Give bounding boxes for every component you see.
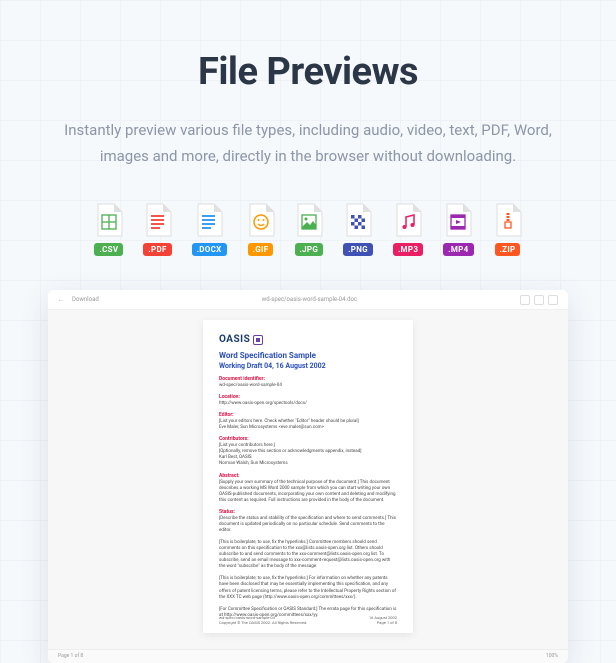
- filetype-badge: .PNG: [343, 243, 373, 256]
- window-close-icon[interactable]: [548, 295, 558, 305]
- lines-icon: [195, 203, 223, 237]
- filetype-badge: .ZIP: [495, 243, 521, 256]
- oasis-logo: OASIS: [219, 334, 397, 345]
- filetype-badge: .CSV: [94, 243, 123, 256]
- lines-icon: [144, 203, 172, 237]
- filetype-badge: .JPG: [295, 243, 324, 256]
- filetype-csv: .CSV: [94, 203, 123, 256]
- filetype-zip: .ZIP: [494, 203, 522, 256]
- zoom-indicator: 100%: [546, 653, 558, 659]
- section-label: Location:: [219, 394, 397, 400]
- filetype-badge: .DOCX: [192, 243, 227, 256]
- section-label: Abstract:: [219, 473, 397, 479]
- page-description: Instantly preview various file types, in…: [48, 118, 568, 169]
- smile-icon: [247, 203, 275, 237]
- document-page: OASIS Word Specification Sample Working …: [203, 320, 413, 633]
- filetype-icon-row: .CSV .PDF .DOCX .GIF .JPG .PNG .MP3 .MP4 .ZIP: [30, 203, 586, 256]
- section-body: [Supply your own summary of the technica…: [219, 480, 397, 504]
- section-body: [List your editors here. Check whether "…: [219, 419, 397, 431]
- page-footer-right: 16 August 2002 Page 1 of 8: [369, 615, 397, 625]
- section-label: Document identifier:: [219, 376, 397, 382]
- film-icon: [444, 203, 472, 237]
- page-footer-left: wd-spec/oasis-word-sample-04 Copyright ©…: [219, 615, 307, 625]
- zip-icon: [494, 203, 522, 237]
- section-label: Contributors:: [219, 436, 397, 442]
- filetype-pdf: .PDF: [143, 203, 171, 256]
- logo-text: OASIS: [219, 334, 250, 345]
- grid-icon: [95, 203, 123, 237]
- image-icon: [295, 203, 323, 237]
- filetype-badge: .PDF: [143, 243, 171, 256]
- section-label: Editor:: [219, 412, 397, 418]
- music-icon: [394, 203, 422, 237]
- window-min-icon[interactable]: [520, 295, 530, 305]
- section-body: [List your contributors here.] [Optional…: [219, 443, 397, 467]
- section-body: wd-spec/oasis-word-sample-04: [219, 383, 397, 389]
- filetype-badge: .MP3: [393, 243, 423, 256]
- filetype-mp3: .MP3: [393, 203, 423, 256]
- document-title: Word Specification Sample: [219, 351, 397, 360]
- window-max-icon[interactable]: [534, 295, 544, 305]
- preview-toolbar: ← Download wd-spec/oasis-word-sample-04.…: [48, 290, 568, 310]
- status-bar: Page 1 of 8 100%: [48, 649, 568, 663]
- filetype-badge: .MP4: [443, 243, 473, 256]
- filetype-png: .PNG: [343, 203, 373, 256]
- logo-mark-icon: [253, 335, 263, 345]
- document-subtitle: Working Draft 04, 16 August 2002: [219, 362, 397, 370]
- document-viewport: OASIS Word Specification Sample Working …: [48, 310, 568, 649]
- checker-icon: [344, 203, 372, 237]
- section-body: http://www.oasis-open.org/spectools/docs…: [219, 401, 397, 407]
- filepath-label: wd-spec/oasis-word-sample-04.doc: [99, 296, 520, 303]
- section-body: [Describe the status and stability of th…: [219, 516, 397, 619]
- section-label: Status:: [219, 509, 397, 515]
- filetype-mp4: .MP4: [443, 203, 473, 256]
- page-title: File Previews: [30, 50, 586, 94]
- filetype-badge: .GIF: [248, 243, 274, 256]
- back-button[interactable]: ←: [58, 296, 64, 303]
- filetype-jpg: .JPG: [295, 203, 324, 256]
- preview-window: ← Download wd-spec/oasis-word-sample-04.…: [48, 290, 568, 663]
- filetype-gif: .GIF: [247, 203, 275, 256]
- filetype-docx: .DOCX: [192, 203, 227, 256]
- page-indicator: Page 1 of 8: [58, 653, 83, 659]
- download-button[interactable]: Download: [72, 296, 99, 303]
